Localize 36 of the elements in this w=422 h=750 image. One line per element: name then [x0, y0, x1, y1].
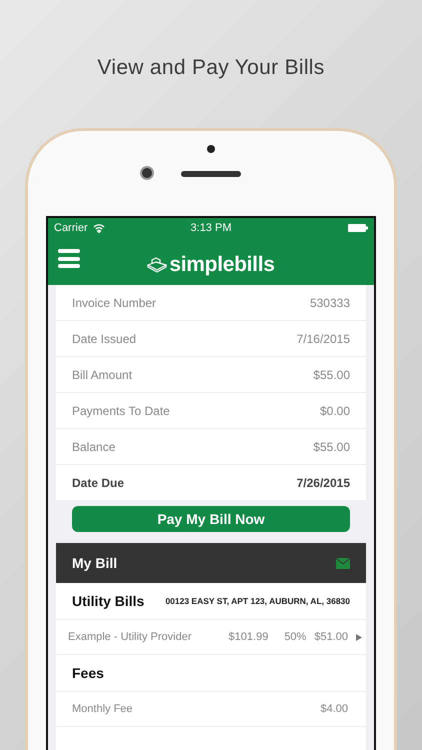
detail-value: $0.00 [320, 404, 350, 418]
detail-value: $55.00 [313, 440, 350, 454]
detail-value: 7/16/2015 [296, 332, 350, 346]
detail-value: $55.00 [313, 368, 350, 382]
carrier-label: Carrier [54, 222, 88, 234]
item-share: 50% [284, 631, 306, 643]
wifi-icon [92, 224, 105, 232]
detail-label: Date Due [72, 476, 124, 490]
section-title: My Bill [72, 555, 118, 571]
item-total: $4.00 [320, 703, 348, 715]
category-title: Fees [72, 665, 104, 681]
detail-label: Payments To Date [72, 404, 170, 418]
clock-time: 3:13 PM [190, 222, 232, 234]
service-address: 00123 EASY ST, APT 123, AUBURN, AL, 36830 [165, 596, 350, 606]
camera-dot [207, 145, 215, 153]
item-name: Example - Utility Provider [68, 631, 192, 643]
detail-label: Date Issued [72, 332, 136, 346]
detail-value: 7/26/2015 [296, 476, 350, 490]
item-name: Monthly Fee [72, 703, 133, 715]
menu-button[interactable] [58, 249, 80, 268]
house-envelope-icon [147, 256, 168, 272]
detail-label: Invoice Number [72, 296, 156, 310]
headline: View and Pay Your Bills [97, 56, 325, 80]
category-title: Utility Bills [72, 593, 144, 609]
battery-icon [348, 224, 368, 232]
speaker-slot [181, 171, 241, 177]
item-amount: $101.99 [228, 631, 268, 643]
mail-icon[interactable] [336, 558, 350, 568]
disclosure-arrow-icon[interactable] [356, 634, 362, 640]
item-total: $51.00 [314, 631, 348, 643]
app-logo: simplebills [169, 252, 275, 276]
camera-lens [140, 166, 154, 180]
detail-label: Bill Amount [72, 368, 132, 382]
detail-value: 530333 [310, 296, 350, 310]
detail-label: Balance [72, 440, 116, 454]
pay-button[interactable]: Pay My Bill Now [72, 506, 350, 532]
